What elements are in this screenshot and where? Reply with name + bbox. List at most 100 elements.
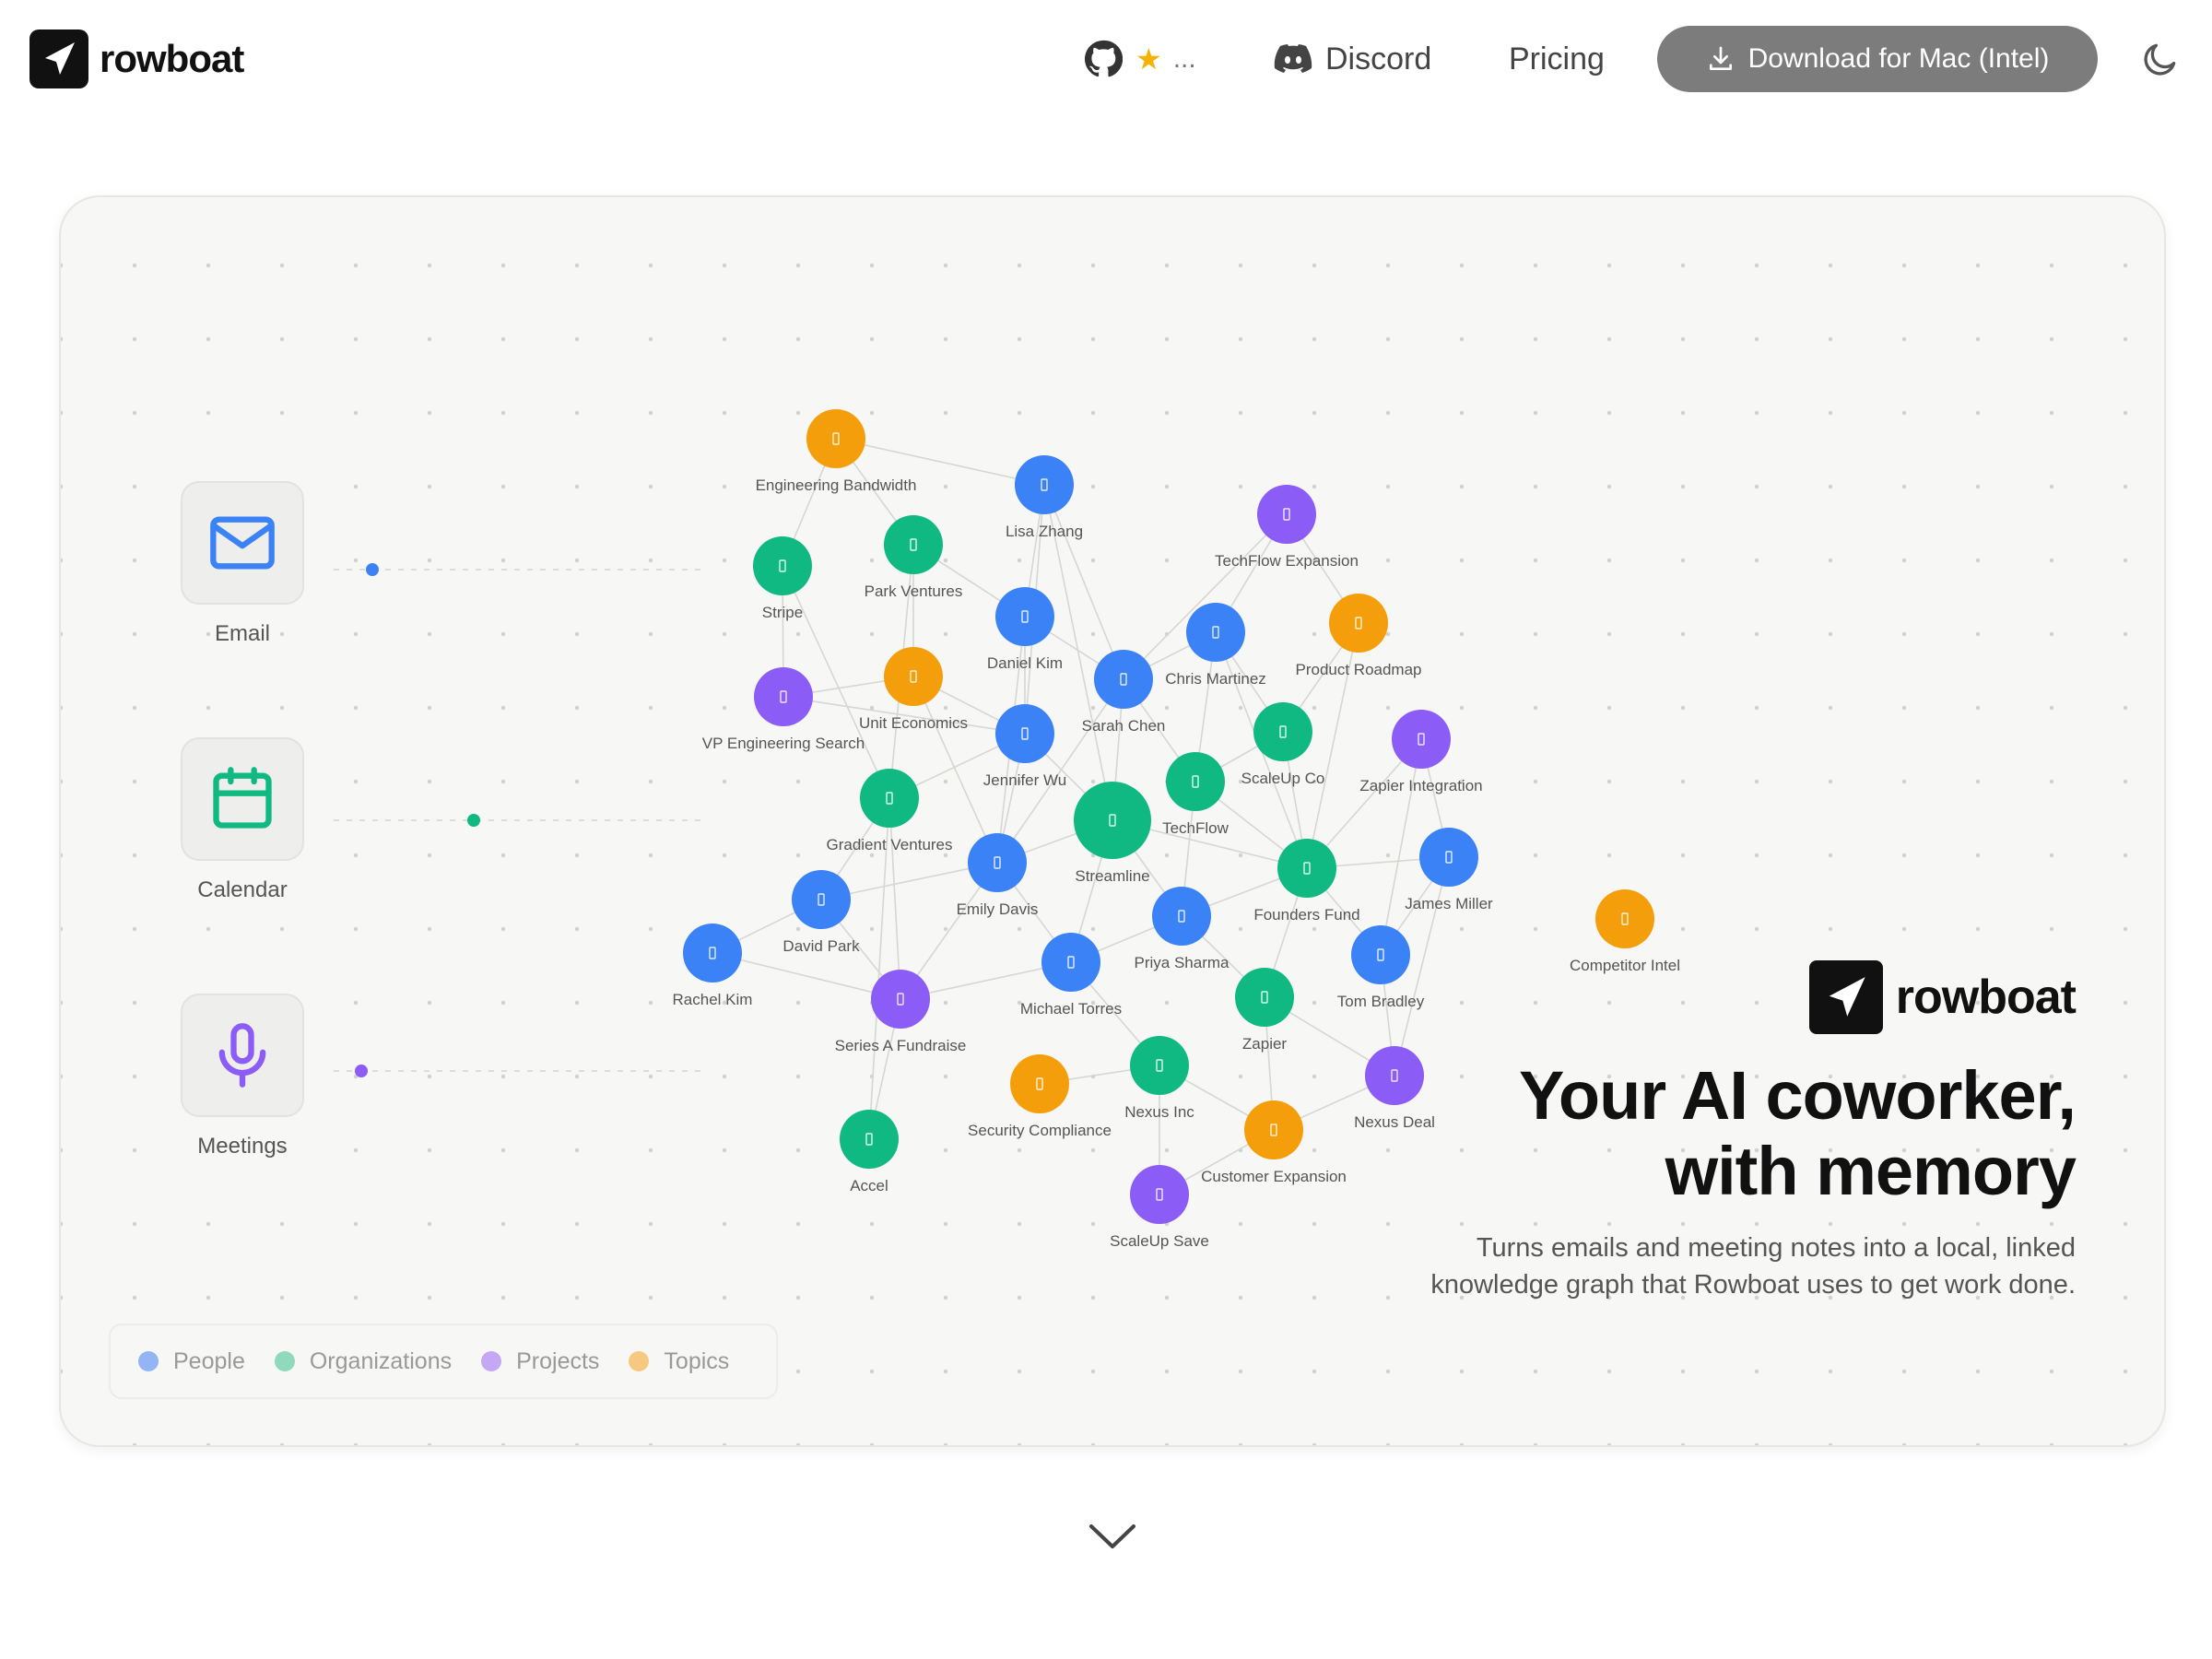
- graph-node-rachel[interactable]: Rachel Kim: [673, 924, 753, 1008]
- node-circle: [1595, 889, 1654, 948]
- graph-node-james[interactable]: James Miller: [1405, 828, 1493, 912]
- legend-swatch: [138, 1351, 159, 1371]
- brand-logo[interactable]: rowboat: [29, 29, 244, 88]
- rowboat-logo-icon: [29, 29, 88, 88]
- legend-swatch: [481, 1351, 502, 1371]
- graph-node-michael[interactable]: Michael Torres: [1020, 933, 1122, 1018]
- graph-edge: [1380, 738, 1422, 956]
- graph-node-vpeng[interactable]: VP Engineering Search: [702, 667, 865, 752]
- node-circle: [1015, 455, 1074, 514]
- graph-node-techflow[interactable]: TechFlow: [1162, 752, 1230, 837]
- graph-node-techexp[interactable]: TechFlow Expansion: [1215, 485, 1359, 570]
- node-circle: [871, 970, 930, 1029]
- node-circle: [806, 409, 865, 468]
- brand-name: rowboat: [100, 37, 244, 80]
- node-circle: [1419, 828, 1478, 887]
- discord-label: Discord: [1325, 41, 1432, 76]
- node-label: James Miller: [1405, 895, 1493, 912]
- legend-item-organizations: Organizations: [274, 1347, 453, 1375]
- node-label: Security Compliance: [968, 1122, 1112, 1139]
- graph-node-unitecon[interactable]: Unit Economics: [859, 647, 968, 732]
- legend-label: Organizations: [309, 1347, 453, 1374]
- legend-swatch: [629, 1351, 650, 1371]
- graph-node-chris[interactable]: Chris Martinez: [1165, 603, 1266, 688]
- node-label: Sarah Chen: [1082, 717, 1166, 735]
- graph-node-seriesa[interactable]: Series A Fundraise: [835, 970, 967, 1054]
- node-label: TechFlow Expansion: [1215, 552, 1359, 570]
- graph-node-lisa[interactable]: Lisa Zhang: [1006, 455, 1083, 540]
- graph-node-park[interactable]: Park Ventures: [865, 515, 963, 600]
- node-label: Chris Martinez: [1165, 670, 1266, 688]
- node-circle: [1094, 650, 1153, 709]
- node-label: Zapier Integration: [1359, 777, 1482, 794]
- node-label: David Park: [782, 937, 860, 955]
- node-circle: [860, 769, 919, 828]
- node-label: Park Ventures: [865, 582, 963, 600]
- graph-node-sarah[interactable]: Sarah Chen: [1082, 650, 1166, 735]
- legend-swatch: [274, 1351, 295, 1371]
- source-calendar[interactable]: Calendar: [181, 737, 304, 903]
- hero-subtext: Turns emails and meeting notes into a lo…: [1154, 1230, 2076, 1303]
- source-email[interactable]: Email: [181, 481, 304, 647]
- node-circle: [792, 870, 851, 929]
- scroll-down-chevron-icon[interactable]: [1088, 1521, 1137, 1552]
- legend-label: Projects: [516, 1347, 600, 1374]
- graph-node-emily[interactable]: Emily Davis: [957, 833, 1039, 918]
- node-label: Stripe: [762, 604, 803, 621]
- source-meetings[interactable]: Meetings: [181, 994, 304, 1159]
- node-circle: [1257, 485, 1316, 544]
- legend-label: Topics: [664, 1347, 730, 1374]
- node-circle: [1253, 702, 1312, 761]
- pricing-link[interactable]: Pricing: [1509, 29, 1605, 88]
- node-circle: [753, 536, 812, 595]
- graph-edge: [1043, 484, 1124, 680]
- discord-link[interactable]: Discord: [1274, 29, 1431, 88]
- node-label: VP Engineering Search: [702, 735, 865, 752]
- node-circle: [995, 587, 1054, 646]
- node-label: ScaleUp Co: [1241, 770, 1325, 787]
- graph-node-stripe[interactable]: Stripe: [753, 536, 812, 621]
- graph-node-roadmap[interactable]: Product Roadmap: [1295, 594, 1422, 678]
- source-label: Calendar: [197, 877, 288, 902]
- star-icon: ★: [1135, 42, 1162, 76]
- graph-node-seccomp[interactable]: Security Compliance: [968, 1054, 1112, 1139]
- download-button[interactable]: Download for Mac (Intel): [1657, 26, 2098, 92]
- graph-legend: People Organizations Projects Topics: [109, 1324, 778, 1399]
- node-label: TechFlow: [1162, 819, 1230, 837]
- graph-node-zapint[interactable]: Zapier Integration: [1359, 710, 1483, 794]
- download-label: Download for Mac (Intel): [1747, 43, 2050, 74]
- calendar-icon: [213, 767, 272, 829]
- node-circle: [884, 647, 943, 706]
- node-circle: [1186, 603, 1245, 662]
- graph-node-founders[interactable]: Founders Fund: [1253, 839, 1360, 924]
- node-label: Accel: [850, 1177, 888, 1194]
- hero-text: rowboat Your AI coworker, with memory Tu…: [1154, 960, 2077, 1303]
- graph-edge: [912, 676, 998, 864]
- graph-node-scaleupco[interactable]: ScaleUp Co: [1241, 702, 1325, 787]
- node-circle: [1329, 594, 1388, 653]
- hero-logo: rowboat: [1154, 960, 2077, 1034]
- graph-node-accel[interactable]: Accel: [840, 1110, 899, 1194]
- download-icon: [1709, 46, 1732, 70]
- subtext-line-1: Turns emails and meeting notes into a lo…: [1476, 1233, 2076, 1263]
- graph-node-jennifer[interactable]: Jennifer Wu: [983, 704, 1066, 789]
- node-circle: [1166, 752, 1225, 811]
- moon-icon[interactable]: [2140, 39, 2181, 79]
- legend-item-people: People: [138, 1348, 245, 1375]
- node-label: Emily Davis: [957, 900, 1039, 918]
- github-link[interactable]: ★ ...: [1084, 29, 1196, 88]
- data-flow-dot: [355, 1065, 368, 1077]
- legend-item-topics: Topics: [629, 1348, 729, 1375]
- data-flow-dot: [366, 563, 379, 576]
- node-label: Daniel Kim: [987, 654, 1063, 672]
- node-circle: [754, 667, 813, 726]
- meetings-tile: [181, 994, 304, 1117]
- graph-node-gradient[interactable]: Gradient Ventures: [826, 769, 953, 853]
- node-label: Michael Torres: [1020, 1000, 1122, 1018]
- graph-node-priya[interactable]: Priya Sharma: [1135, 887, 1230, 971]
- graph-node-streamline[interactable]: Streamline: [1074, 782, 1151, 885]
- node-label: Streamline: [1075, 867, 1149, 885]
- node-label: Gradient Ventures: [826, 836, 952, 853]
- node-circle: [968, 833, 1027, 892]
- calendar-tile: [181, 737, 304, 861]
